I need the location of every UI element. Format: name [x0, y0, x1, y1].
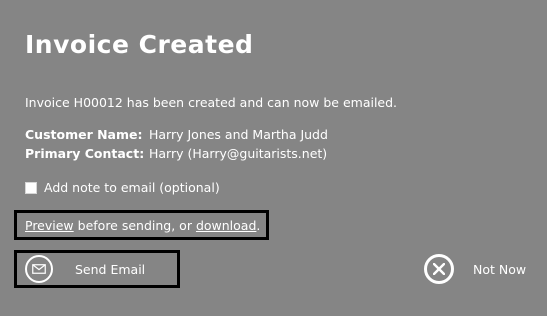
preview-download-line: Preview before sending, or download.: [14, 210, 269, 240]
primary-contact-label: Primary Contact:: [25, 146, 145, 161]
preview-end-text: .: [256, 217, 261, 233]
close-icon: [424, 254, 454, 284]
contact-row: Primary Contact: Harry (Harry@guitarists…: [25, 144, 328, 163]
invoice-details: Customer Name: Harry Jones and Martha Ju…: [25, 125, 328, 163]
add-note-checkbox[interactable]: [25, 181, 37, 194]
customer-name-value: Harry Jones and Martha Judd: [149, 127, 328, 142]
customer-name-label: Customer Name:: [25, 127, 143, 142]
primary-contact-value: Harry (Harry@guitarists.net): [149, 146, 328, 161]
not-now-button[interactable]: Not Now: [424, 254, 526, 284]
preview-middle-text: before sending, or: [73, 217, 196, 233]
dialog-title: Invoice Created: [25, 30, 254, 59]
download-link[interactable]: download: [196, 218, 256, 233]
send-email-button[interactable]: Send Email: [14, 250, 180, 288]
invoice-message: Invoice H00012 has been created and can …: [25, 95, 398, 110]
add-note-label: Add note to email (optional): [44, 180, 220, 195]
not-now-label: Not Now: [473, 261, 527, 277]
add-note-option[interactable]: Add note to email (optional): [25, 180, 220, 195]
envelope-icon: [25, 255, 53, 283]
send-email-label: Send Email: [75, 261, 146, 277]
customer-row: Customer Name: Harry Jones and Martha Ju…: [25, 125, 328, 144]
preview-link[interactable]: Preview: [25, 218, 74, 233]
